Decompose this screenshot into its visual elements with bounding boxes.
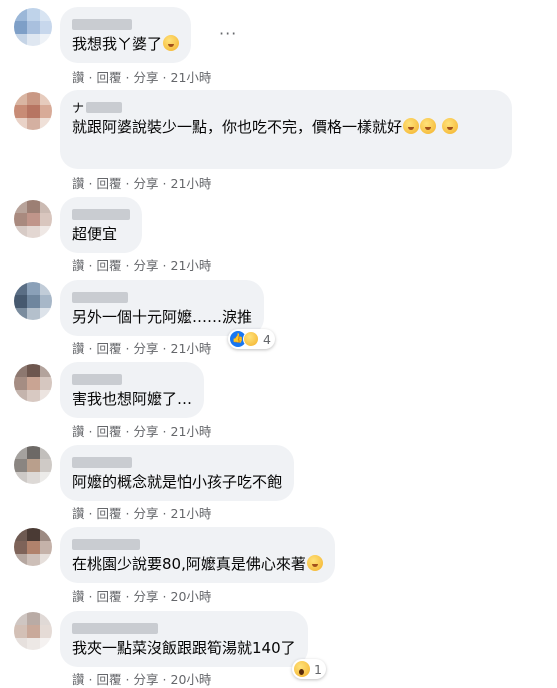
like-link[interactable]: 讚	[72, 589, 85, 604]
comment-bubble: 超便宜	[60, 197, 142, 253]
comment-actions: 讚 · 回覆 · 分享 · 21小時	[72, 176, 212, 191]
like-link[interactable]: 讚	[72, 506, 85, 521]
comment-bubble: 害我也想阿嬤了…	[60, 362, 204, 418]
timestamp[interactable]: 21小時	[171, 341, 212, 356]
comment-text: 我想我ㄚ婆了	[72, 35, 163, 53]
avatar[interactable]	[14, 528, 52, 566]
like-link[interactable]: 讚	[72, 672, 85, 687]
smiling-face-emoji	[306, 555, 323, 571]
reaction-count: 4	[263, 331, 271, 347]
reply-link[interactable]: 回覆	[97, 672, 122, 687]
like-link[interactable]: 讚	[72, 70, 85, 85]
commenter-name[interactable]	[72, 452, 282, 468]
timestamp[interactable]: 20小時	[171, 589, 212, 604]
comment-bubble: 在桃園少說要80,阿嬤真是佛心來著	[60, 527, 335, 583]
commenter-name[interactable]	[72, 204, 130, 220]
commenter-name[interactable]	[72, 618, 296, 634]
avatar[interactable]	[14, 364, 52, 402]
reply-link[interactable]: 回覆	[97, 424, 122, 439]
reaction-count: 1	[314, 661, 322, 677]
comment-actions: 讚 · 回覆 · 分享 · 20小時	[72, 589, 212, 604]
timestamp[interactable]: 21小時	[171, 506, 212, 521]
share-link[interactable]: 分享	[134, 70, 159, 85]
share-link[interactable]: 分享	[134, 341, 159, 356]
commenter-name[interactable]	[72, 287, 252, 303]
comment-text: 害我也想阿嬤了…	[72, 390, 193, 408]
avatar[interactable]	[14, 92, 52, 130]
comment-text: 就跟阿婆說裝少一點，你也吃不完，價格一樣就好	[72, 118, 403, 136]
comment-text: 在桃園少說要80,阿嬤真是佛心來著	[72, 555, 306, 573]
timestamp[interactable]: 21小時	[171, 258, 212, 273]
commenter-name[interactable]: ナ	[72, 97, 500, 115]
comment-bubble: ナ 就跟阿婆說裝少一點，你也吃不完，價格一樣就好	[60, 90, 512, 169]
comment-actions: 讚 · 回覆 · 分享 · 21小時	[72, 424, 212, 439]
comment-actions: 讚 · 回覆 · 分享 · 21小時	[72, 258, 212, 273]
avatar[interactable]	[14, 200, 52, 238]
reply-link[interactable]: 回覆	[97, 70, 122, 85]
timestamp[interactable]: 20小時	[171, 672, 212, 687]
like-link[interactable]: 讚	[72, 176, 85, 191]
share-link[interactable]: 分享	[134, 424, 159, 439]
comment-actions: 讚 · 回覆 · 分享 · 21小時	[72, 506, 212, 521]
thinking-face-emoji	[420, 118, 437, 134]
timestamp[interactable]: 21小時	[171, 70, 212, 85]
avatar[interactable]	[14, 612, 52, 650]
share-link[interactable]: 分享	[134, 506, 159, 521]
avatar[interactable]	[14, 8, 52, 46]
comment-text: 另外一個十元阿嬤……淚推	[72, 308, 253, 326]
comment-actions: 讚 · 回覆 · 分享 · 20小時	[72, 672, 212, 687]
reaction-summary[interactable]: 1	[292, 659, 326, 679]
comment-bubble: 另外一個十元阿嬤……淚推	[60, 280, 264, 336]
like-link[interactable]: 讚	[72, 341, 85, 356]
avatar[interactable]	[14, 282, 52, 320]
ellipsis-icon[interactable]: ···	[219, 24, 237, 43]
reply-link[interactable]: 回覆	[97, 341, 122, 356]
reply-link[interactable]: 回覆	[97, 589, 122, 604]
comment-actions: 讚 · 回覆 · 分享 · 21小時	[72, 70, 212, 85]
timestamp[interactable]: 21小時	[171, 424, 212, 439]
share-link[interactable]: 分享	[134, 589, 159, 604]
thinking-face-emoji	[441, 118, 458, 134]
comment-bubble: 阿嬤的概念就是怕小孩子吃不飽	[60, 445, 294, 501]
comment-text: 超便宜	[72, 225, 118, 243]
sad-face-emoji	[163, 35, 180, 51]
commenter-name[interactable]	[72, 369, 192, 385]
like-link[interactable]: 讚	[72, 424, 85, 439]
avatar[interactable]	[14, 446, 52, 484]
comment-bubble: 我夾一點菜沒飯跟跟筍湯就140了	[60, 611, 308, 667]
share-link[interactable]: 分享	[134, 672, 159, 687]
reaction-summary[interactable]: 👍 4	[228, 329, 275, 349]
timestamp[interactable]: 21小時	[171, 176, 212, 191]
comment-text: 阿嬤的概念就是怕小孩子吃不飽	[72, 473, 283, 491]
wow-reaction-icon	[294, 661, 310, 677]
reply-link[interactable]: 回覆	[97, 258, 122, 273]
share-link[interactable]: 分享	[134, 176, 159, 191]
like-link[interactable]: 讚	[72, 258, 85, 273]
comment-actions: 讚 · 回覆 · 分享 · 21小時	[72, 341, 212, 356]
commenter-name[interactable]	[72, 534, 323, 550]
thinking-face-emoji	[403, 118, 420, 134]
sad-reaction-icon	[243, 331, 259, 347]
reply-link[interactable]: 回覆	[97, 176, 122, 191]
commenter-name[interactable]	[72, 14, 179, 30]
reply-link[interactable]: 回覆	[97, 506, 122, 521]
share-link[interactable]: 分享	[134, 258, 159, 273]
comment-bubble: 我想我ㄚ婆了	[60, 7, 191, 63]
comment-text: 我夾一點菜沒飯跟跟筍湯就140了	[72, 639, 296, 657]
